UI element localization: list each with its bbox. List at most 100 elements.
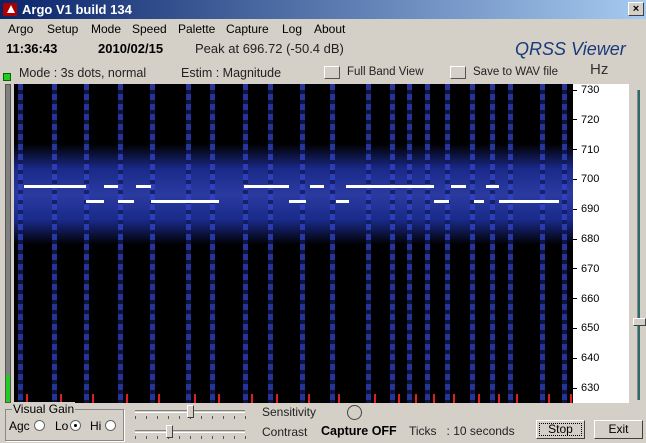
signal-trace — [244, 185, 289, 189]
brand-label: QRSS Viewer — [515, 39, 626, 59]
agc-radio[interactable] — [34, 420, 45, 431]
scale-label: 700 — [573, 173, 629, 185]
time-tick-marker — [92, 394, 94, 403]
slider-tick — [212, 416, 213, 419]
scale-label: 710 — [573, 144, 629, 156]
save-wav-checkbox[interactable] — [450, 66, 466, 79]
signal-trace — [346, 185, 434, 189]
slider-tick — [223, 436, 224, 439]
slider-tick — [157, 436, 158, 439]
full-band-view-checkbox[interactable] — [324, 66, 340, 79]
signal-trace — [118, 200, 134, 204]
hi-radio[interactable] — [105, 420, 116, 431]
slider-tick — [179, 436, 180, 439]
exit-button[interactable]: Exit — [594, 420, 643, 439]
vertical-slider-track[interactable] — [637, 90, 640, 400]
menu-capture[interactable]: Capture — [226, 22, 269, 36]
slider-tick — [201, 416, 202, 419]
mode-text: Mode : 3s dots, normal — [19, 66, 147, 80]
time-tick-marker — [374, 394, 376, 403]
slider-tick — [212, 436, 213, 439]
signal-trace — [136, 185, 151, 189]
time-tick-marker — [218, 394, 220, 403]
capture-status: Capture OFF — [321, 424, 397, 438]
full-band-view-label: Full Band View — [347, 66, 424, 78]
contrast-label: Contrast — [262, 425, 308, 439]
spectrogram-stripe — [210, 84, 215, 403]
time-tick-marker — [570, 394, 572, 403]
lo-radio[interactable] — [70, 420, 81, 431]
signal-trace — [289, 200, 306, 204]
spectrogram-stripe — [243, 84, 248, 403]
spectrogram-stripe — [300, 84, 305, 403]
slider-tick — [245, 416, 246, 419]
slider-tick — [245, 436, 246, 439]
menu-setup[interactable]: Setup — [47, 22, 78, 36]
time-tick-marker — [433, 394, 435, 403]
sensitivity-slider[interactable] — [135, 404, 255, 420]
slider-tick — [179, 416, 180, 419]
agc-label: Agc — [9, 419, 30, 433]
spectrogram-stripe — [330, 84, 335, 403]
scale-label: 730 — [573, 84, 629, 96]
vertical-slider-thumb[interactable] — [633, 318, 646, 326]
scale-label: 660 — [573, 293, 629, 305]
signal-trace — [24, 185, 86, 189]
time-tick-marker — [453, 394, 455, 403]
time-tick-marker — [276, 394, 278, 403]
slider-tick — [201, 436, 202, 439]
slider-tick — [135, 436, 136, 439]
menu-palette[interactable]: Palette — [178, 22, 215, 36]
time-tick-marker — [338, 394, 340, 403]
slider-thumb[interactable] — [187, 405, 194, 418]
sensitivity-label: Sensitivity — [262, 405, 317, 419]
time-tick-marker — [158, 394, 160, 403]
window-title: Argo V1 build 134 — [22, 2, 132, 17]
time-tick-marker — [516, 394, 518, 403]
signal-trace — [336, 200, 349, 204]
signal-trace — [310, 185, 324, 189]
spectrogram-stripe — [150, 84, 155, 403]
app-icon — [3, 3, 17, 16]
scale-label: 640 — [573, 352, 629, 364]
slider-tick — [234, 436, 235, 439]
scale-label: 680 — [573, 233, 629, 245]
time-tick-marker — [498, 394, 500, 403]
menu-argo[interactable]: Argo — [8, 22, 33, 36]
save-wav-label: Save to WAV file — [473, 66, 559, 78]
lo-label: Lo — [55, 419, 69, 433]
hi-label: Hi — [90, 419, 102, 433]
menu-log[interactable]: Log — [282, 22, 302, 36]
spectrogram-stripe — [186, 84, 191, 403]
close-button[interactable]: × — [628, 2, 644, 16]
slider-tick — [223, 416, 224, 419]
spectrogram-stripe — [18, 84, 23, 403]
ticks-text: Ticks : 10 seconds — [409, 424, 515, 438]
spectrogram-stripe — [268, 84, 273, 403]
time-tick-marker — [194, 394, 196, 403]
slider-tick — [135, 416, 136, 419]
gain-meter-fill — [6, 375, 10, 402]
slider-thumb[interactable] — [166, 425, 174, 438]
time-tick-marker — [478, 394, 480, 403]
time-tick-marker — [126, 394, 128, 403]
slider-tick — [146, 416, 147, 419]
stop-button[interactable]: Stop — [536, 420, 585, 439]
time-tick-marker — [548, 394, 550, 403]
menu-about[interactable]: About — [314, 22, 345, 36]
slider-tick — [157, 416, 158, 419]
visual-gain-title: Visual Gain — [12, 402, 76, 416]
title-bar: Argo V1 build 134 × — [0, 0, 646, 19]
scale-label: 650 — [573, 322, 629, 334]
menu-speed[interactable]: Speed — [132, 22, 167, 36]
capture-indicator — [347, 405, 362, 420]
slider-track — [135, 430, 245, 433]
contrast-slider[interactable] — [135, 424, 255, 440]
spectrogram-stripe — [366, 84, 371, 403]
spectrogram-stripe — [118, 84, 123, 403]
spectrogram-stripe — [84, 84, 89, 403]
menu-mode[interactable]: Mode — [91, 22, 121, 36]
unit-label: Hz — [590, 61, 609, 78]
time-tick-marker — [398, 394, 400, 403]
slider-tick — [234, 416, 235, 419]
